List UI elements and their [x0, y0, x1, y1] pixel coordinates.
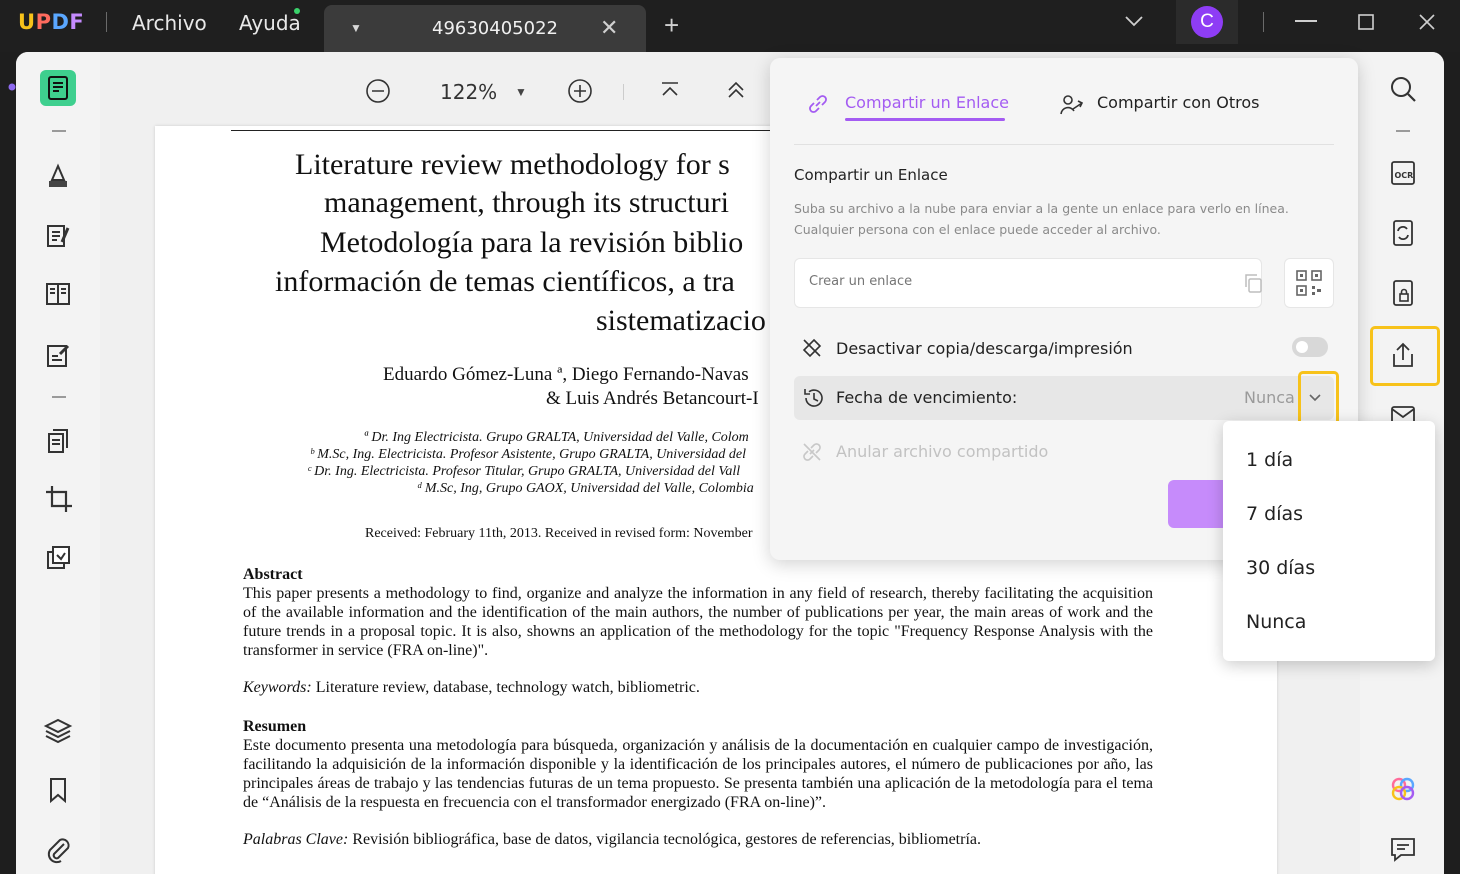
comment-list-icon[interactable] [1388, 834, 1418, 864]
affiliation-line: ᶜ Dr. Ing. Electricista. Profesor Titula… [307, 464, 741, 479]
paper-title-line: sistematizacio [596, 304, 766, 337]
expiry-dropdown: 1 día 7 días 30 días Nunca [1223, 421, 1435, 661]
toolbar-separator [1396, 130, 1410, 132]
no-copy-icon [802, 338, 822, 358]
attachment-icon[interactable] [40, 832, 76, 868]
share-heading: Compartir un Enlace [794, 166, 948, 184]
toolbar-separator [623, 84, 624, 100]
toggle-knob [1296, 341, 1308, 353]
layers-icon[interactable] [40, 712, 76, 748]
tab-share-link[interactable]: Compartir un Enlace [845, 93, 1009, 112]
page-view-icon[interactable] [40, 276, 76, 312]
qr-code-icon [1296, 270, 1322, 296]
link-field[interactable] [794, 258, 1262, 308]
comment-highlight-icon[interactable] [40, 158, 76, 194]
edit-pdf-icon[interactable] [40, 218, 76, 254]
tab-dropdown-icon[interactable]: ▼ [350, 21, 362, 35]
tab-title: 49630405022 [432, 18, 558, 39]
zoom-level[interactable]: 122% [440, 80, 497, 104]
svg-text:OCR: OCR [1395, 171, 1414, 180]
expiry-row[interactable]: Fecha de vencimiento: Nunca [794, 376, 1334, 420]
paper-authors: & Luis Andrés Betancourt-I [546, 388, 759, 409]
keywords-text: Literature review, database, technology … [311, 679, 700, 696]
zoom-out-icon[interactable] [364, 77, 392, 105]
title-bar: UPDF Archivo Ayuda ▼ 49630405022 ✕ + C [0, 0, 1460, 52]
ai-assistant-icon[interactable] [1388, 774, 1418, 804]
panel-divider [794, 144, 1334, 145]
stamp-icon[interactable] [40, 540, 76, 576]
disable-copy-label: Desactivar copia/descarga/impresión [836, 339, 1133, 358]
paper-title-line: información de temas científicos, a tra [275, 265, 735, 298]
document-tab[interactable]: ▼ 49630405022 ✕ [324, 5, 646, 52]
left-toolbar [16, 52, 100, 874]
convert-icon[interactable] [1388, 218, 1418, 248]
keywords-label: Keywords: [243, 679, 312, 696]
palabras-clave: Palabras Clave: Revisión bibliográfica, … [243, 831, 981, 849]
share-description: Suba su archivo a la nube para enviar a … [794, 201, 1289, 237]
tab-close-icon[interactable]: ✕ [600, 15, 618, 41]
zoom-dropdown-icon[interactable]: ▼ [515, 85, 527, 99]
toolbar-separator [52, 130, 66, 132]
expiry-option-never[interactable]: Nunca [1246, 611, 1306, 633]
updf-logo[interactable]: UPDF [18, 10, 84, 34]
update-dot [294, 8, 300, 14]
share-users-icon [1060, 95, 1084, 115]
abstract-heading: Abstract [243, 566, 303, 583]
link-input[interactable] [807, 273, 1211, 290]
paper-title-line: Literature review methodology for s [295, 148, 730, 181]
copy-icon[interactable] [1241, 271, 1265, 295]
search-icon[interactable] [1388, 74, 1418, 104]
resumen-text: Este documento presenta una metodología … [243, 737, 1153, 811]
tab-share-others[interactable]: Compartir con Otros [1097, 93, 1260, 112]
palabras-text: Revisión bibliográfica, base de datos, v… [348, 831, 981, 848]
toolbar-separator [52, 396, 66, 398]
fill-sign-icon[interactable] [40, 338, 76, 374]
expiry-option-7-days[interactable]: 7 días [1246, 503, 1303, 525]
protect-icon[interactable] [1388, 278, 1418, 308]
share-icon-highlight [1370, 326, 1440, 386]
first-page-icon[interactable] [656, 77, 684, 105]
title-separator [106, 12, 107, 32]
close-window-icon[interactable] [1418, 13, 1436, 31]
affiliation-line: ª Dr. Ing Electricista. Grupo GRALTA, Un… [364, 430, 749, 445]
chevron-down-icon[interactable] [1124, 14, 1144, 28]
zoom-in-icon[interactable] [566, 77, 594, 105]
keywords: Keywords: Literature review, database, t… [243, 679, 700, 697]
affiliation-line: ᵇ M.Sc, Ing. Electricista. Profesor Asis… [310, 447, 747, 462]
active-tab-indicator [845, 118, 1005, 121]
menu-ayuda[interactable]: Ayuda [239, 11, 301, 35]
palabras-label: Palabras Clave: [243, 831, 349, 848]
avatar[interactable]: C [1191, 6, 1223, 38]
reader-mode-icon[interactable] [40, 70, 76, 106]
expiry-option-30-days[interactable]: 30 días [1246, 557, 1315, 579]
page-top-rule [231, 130, 771, 131]
affiliation-line: ᵈ M.Sc, Ing, Grupo GAOX, Universidad del… [417, 481, 754, 496]
expiry-label: Fecha de vencimiento: [836, 388, 1018, 407]
received-date: Received: February 11th, 2013. Received … [365, 526, 753, 541]
maximize-icon[interactable] [1358, 14, 1374, 30]
history-icon [804, 389, 823, 407]
bookmark-icon[interactable] [40, 772, 76, 808]
qr-code-button[interactable] [1284, 258, 1334, 308]
abstract-text: This paper presents a methodology to fin… [243, 585, 1153, 659]
previous-page-icon[interactable] [722, 77, 750, 105]
resumen-heading: Resumen [243, 718, 307, 735]
menu-archivo[interactable]: Archivo [132, 11, 207, 35]
paper-title-line: Metodología para la revisión biblio [320, 226, 744, 259]
crop-page-icon[interactable] [40, 480, 76, 516]
account-area[interactable]: C [1176, 0, 1238, 44]
ocr-icon[interactable]: OCR [1388, 158, 1418, 188]
link-icon [809, 95, 827, 113]
expiry-value[interactable]: Nunca [1244, 388, 1295, 407]
revoke-share-button[interactable]: Anular archivo compartido [836, 442, 1048, 461]
disable-copy-toggle[interactable] [1292, 337, 1328, 357]
new-tab-button[interactable]: + [664, 12, 679, 38]
expiry-option-1-day[interactable]: 1 día [1246, 449, 1293, 471]
organize-pages-icon[interactable] [40, 424, 76, 460]
paper-title-line: management, through its structuri [324, 186, 729, 219]
paper-authors: Eduardo Gómez-Luna ª, Diego Fernando-Nav… [383, 364, 749, 385]
minimize-icon[interactable] [1295, 20, 1317, 24]
window-separator [1263, 12, 1264, 32]
revoke-share-icon [803, 443, 821, 461]
